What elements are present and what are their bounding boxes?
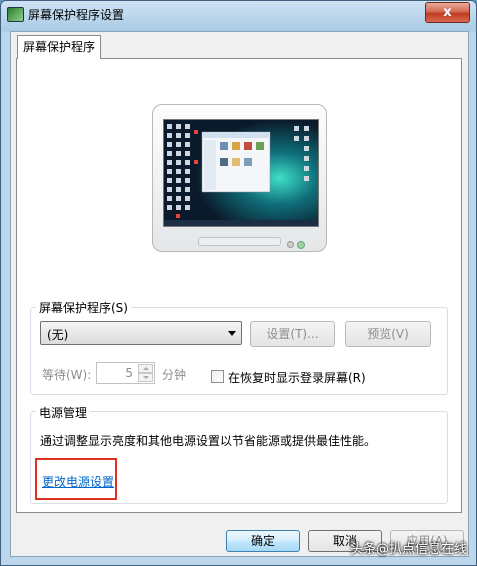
chevron-down-icon	[228, 331, 236, 336]
preview-screen	[163, 119, 319, 227]
monitor-stand	[198, 237, 281, 246]
ok-button[interactable]: 确定	[226, 530, 300, 552]
resume-login-label[interactable]: 在恢复时显示登录屏幕(R)	[228, 369, 366, 386]
screensaver-select-value: (无)	[47, 328, 69, 342]
wait-minutes-spinner[interactable]: 5	[96, 362, 155, 384]
watermark-text: 头条@扒点信息在线	[350, 542, 468, 557]
screensaver-select[interactable]: (无)	[40, 321, 242, 345]
monitor-power-led	[297, 241, 305, 249]
tab-screensaver[interactable]: 屏幕保护程序	[17, 35, 101, 59]
title-bar[interactable]: 屏幕保护程序设置 x	[1, 1, 476, 29]
power-group-label: 电源管理	[36, 404, 91, 421]
highlight-box	[35, 458, 117, 500]
wait-minutes-value: 5	[125, 366, 133, 380]
spin-up-arrow-icon[interactable]	[138, 364, 153, 373]
power-description: 通过调整显示亮度和其他电源设置以节省能源或提供最佳性能。	[40, 434, 377, 448]
close-icon: x	[443, 5, 452, 20]
preview-button-label: 预览(V)	[367, 327, 409, 341]
close-button[interactable]: x	[425, 2, 470, 23]
preview-button[interactable]: 预览(V)	[345, 321, 431, 347]
settings-button[interactable]: 设置(T)...	[250, 321, 335, 347]
resume-login-checkbox[interactable]	[211, 370, 224, 383]
screensaver-group-label: 屏幕保护程序(S)	[36, 299, 131, 316]
monitor-button	[287, 241, 294, 248]
desktop-thumbnail	[164, 120, 318, 226]
window-title: 屏幕保护程序设置	[28, 8, 125, 22]
screensaver-app-icon	[7, 7, 24, 22]
watermark: 头条@扒点信息在线	[350, 538, 467, 557]
tab-label: 屏幕保护程序	[22, 40, 95, 54]
ok-button-label: 确定	[250, 534, 275, 548]
settings-button-label: 设置(T)...	[266, 327, 319, 341]
monitor-preview	[152, 104, 327, 252]
minutes-label: 分钟	[162, 368, 187, 382]
spin-down-arrow-icon[interactable]	[138, 373, 153, 382]
wait-label: 等待(W):	[42, 368, 92, 382]
